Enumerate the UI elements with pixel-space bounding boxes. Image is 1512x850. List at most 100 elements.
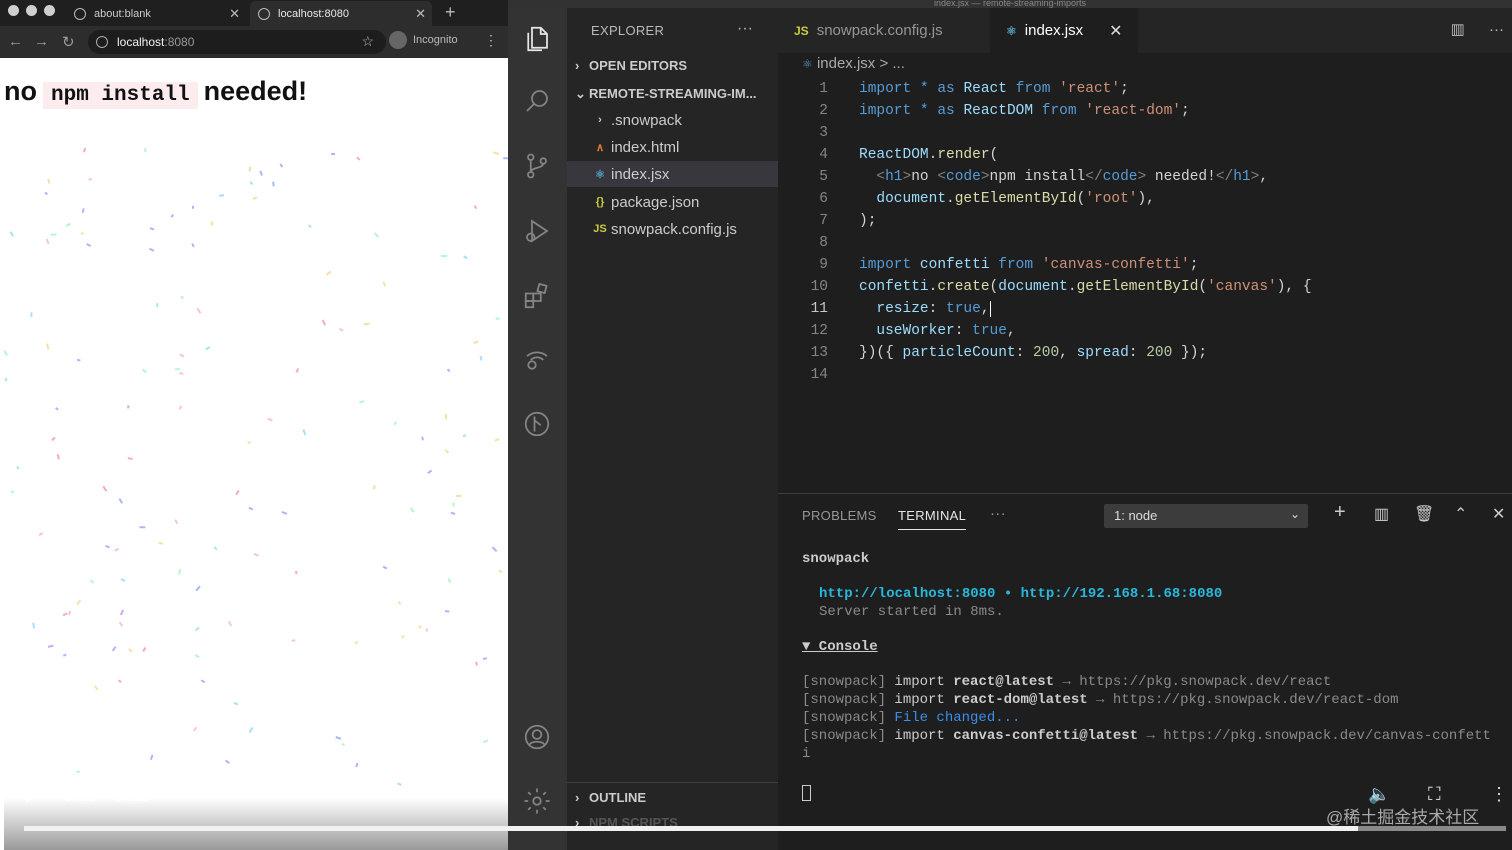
confetti-particle <box>455 494 462 498</box>
log-line: [snowpack] import react-dom@latest → htt… <box>802 691 1399 709</box>
tab-snowpack-config[interactable]: JS snowpack.config.js <box>778 8 988 53</box>
confetti-particle <box>149 227 155 231</box>
react-file-icon: ⚛ <box>802 57 813 71</box>
confetti-particle <box>233 702 239 706</box>
log-package: react-dom@latest <box>953 692 1088 708</box>
confetti-particle <box>291 639 296 642</box>
tab-index-jsx[interactable]: ⚛ index.jsx ✕ <box>990 8 1138 53</box>
local-url[interactable]: http://localhost:8080 <box>819 586 995 602</box>
reload-icon[interactable]: ↻ <box>62 33 75 51</box>
tab-terminal[interactable]: TERMINAL <box>898 508 967 530</box>
vscode-window: index.jsx — remote-streaming-imports EXP… <box>508 0 1512 850</box>
confetti-particle <box>111 646 117 652</box>
tree-item-index-html[interactable]: ∧ index.html <box>567 134 778 160</box>
confetti-particle <box>235 489 240 496</box>
account-icon[interactable] <box>522 722 552 752</box>
minimize-window-dot[interactable] <box>26 5 37 16</box>
more-actions-icon[interactable]: ··· <box>1489 21 1504 38</box>
tree-item-snowpack-config[interactable]: JS snowpack.config.js <box>567 216 778 242</box>
npm-scripts-section[interactable]: › NPM SCRIPTS <box>575 815 678 830</box>
confetti-particle <box>38 532 44 536</box>
confetti-particle <box>55 407 59 411</box>
confetti-particle <box>170 213 174 218</box>
close-tab-icon[interactable]: ✕ <box>229 6 240 22</box>
confetti-particle <box>156 303 159 307</box>
run-debug-icon[interactable] <box>522 216 552 246</box>
browser-menu-icon[interactable]: ⋮ <box>484 32 498 49</box>
browser-tab-blank[interactable]: about:blank ✕ <box>66 1 246 26</box>
bookmark-star-icon[interactable]: ☆ <box>361 33 374 50</box>
confetti-particle <box>117 679 122 683</box>
confetti-particle <box>321 319 327 326</box>
search-icon[interactable] <box>522 86 552 116</box>
confetti-particle <box>174 367 180 371</box>
maximize-window-dot[interactable] <box>44 5 55 16</box>
tree-item-index-jsx[interactable]: ⚛ index.jsx <box>567 161 778 187</box>
browser-tab-localhost[interactable]: localhost:8080 ✕ <box>250 1 432 26</box>
confetti-particle <box>76 358 81 362</box>
close-tab-icon[interactable]: ✕ <box>1109 21 1122 41</box>
remote-explorer-icon[interactable] <box>522 345 552 375</box>
confetti-particle <box>272 181 275 187</box>
explorer-files-icon[interactable] <box>522 24 552 54</box>
bottom-panel: PROBLEMS TERMINAL ··· 1: node ⌄ + ▥ 🗑 ⌃ … <box>778 493 1512 850</box>
terminal-select[interactable]: 1: node ⌄ <box>1104 504 1308 528</box>
line-number: 1 <box>819 81 828 97</box>
close-panel-icon[interactable]: ✕ <box>1492 504 1505 524</box>
code-line: 7); <box>778 210 1512 232</box>
chevron-up-icon[interactable]: ⌃ <box>1454 504 1467 524</box>
extensions-icon[interactable] <box>522 281 552 311</box>
code-line: 9 import confetti from 'canvas-confetti'; <box>778 254 1512 276</box>
line-number: 9 <box>819 257 828 273</box>
new-tab-button[interactable]: + <box>445 2 456 23</box>
confetti-particle <box>393 421 398 426</box>
split-editor-icon[interactable]: ▥ <box>1451 21 1465 38</box>
log-line: [snowpack] import canvas-confetti@latest… <box>802 727 1491 745</box>
trash-icon[interactable]: 🗑 <box>1414 504 1434 524</box>
incognito-indicator[interactable]: Incognito <box>389 31 458 49</box>
line-number: 10 <box>810 279 828 295</box>
line-number: 8 <box>819 235 828 251</box>
address-bar[interactable]: localhost :8080 ☆ <box>88 30 386 54</box>
forward-arrow-icon[interactable]: → <box>34 33 49 50</box>
js-file-icon: JS <box>794 23 809 38</box>
confetti-particle <box>179 372 184 375</box>
tree-item-snowpack[interactable]: › .snowpack <box>567 107 778 133</box>
new-terminal-icon[interactable]: + <box>1334 501 1346 524</box>
back-arrow-icon[interactable]: ← <box>8 33 23 50</box>
confetti-particle <box>494 438 500 442</box>
outline-section[interactable]: › OUTLINE <box>567 782 778 810</box>
tab-problems[interactable]: PROBLEMS <box>802 508 877 523</box>
project-folder-section[interactable]: ⌄ REMOTE-STREAMING-IM... <box>575 86 757 102</box>
close-tab-icon[interactable]: ✕ <box>415 6 426 22</box>
video-shade <box>4 798 508 850</box>
confetti-particle <box>127 405 130 409</box>
confetti-particle <box>118 498 123 504</box>
code-line: 13})({ particleCount: 200, spread: 200 }… <box>778 342 1512 364</box>
confetti-particle <box>247 441 251 444</box>
source-control-icon[interactable] <box>522 151 552 181</box>
code-line: 12 useWorker: true, <box>778 320 1512 342</box>
close-window-dot[interactable] <box>8 5 19 16</box>
confetti-particle <box>308 224 312 228</box>
line-number: 2 <box>819 103 828 119</box>
settings-gear-icon[interactable] <box>522 786 552 816</box>
split-terminal-icon[interactable]: ▥ <box>1374 504 1389 524</box>
open-editors-label: OPEN EDITORS <box>589 58 688 73</box>
tree-item-label: index.jsx <box>611 165 670 183</box>
page-viewport: no npm install needed! <box>4 58 508 850</box>
confetti-particle <box>227 620 233 627</box>
panel-more-icon[interactable]: ··· <box>990 505 1006 522</box>
incognito-label: Incognito <box>413 34 458 46</box>
site-info-icon[interactable] <box>96 36 108 48</box>
network-url[interactable]: http://192.168.1.68:8080 <box>1021 586 1223 602</box>
confetti-particle <box>127 457 133 461</box>
confetti-particle <box>44 191 49 196</box>
confetti-particle <box>259 170 263 176</box>
explorer-more-icon[interactable]: ··· <box>737 20 753 38</box>
tree-item-package-json[interactable]: {} package.json <box>567 189 778 215</box>
open-editors-section[interactable]: › OPEN EDITORS <box>575 58 687 73</box>
confetti-particle <box>338 327 344 332</box>
breadcrumb[interactable]: ⚛ index.jsx > ... <box>802 55 905 72</box>
gitlens-icon[interactable] <box>522 409 552 439</box>
